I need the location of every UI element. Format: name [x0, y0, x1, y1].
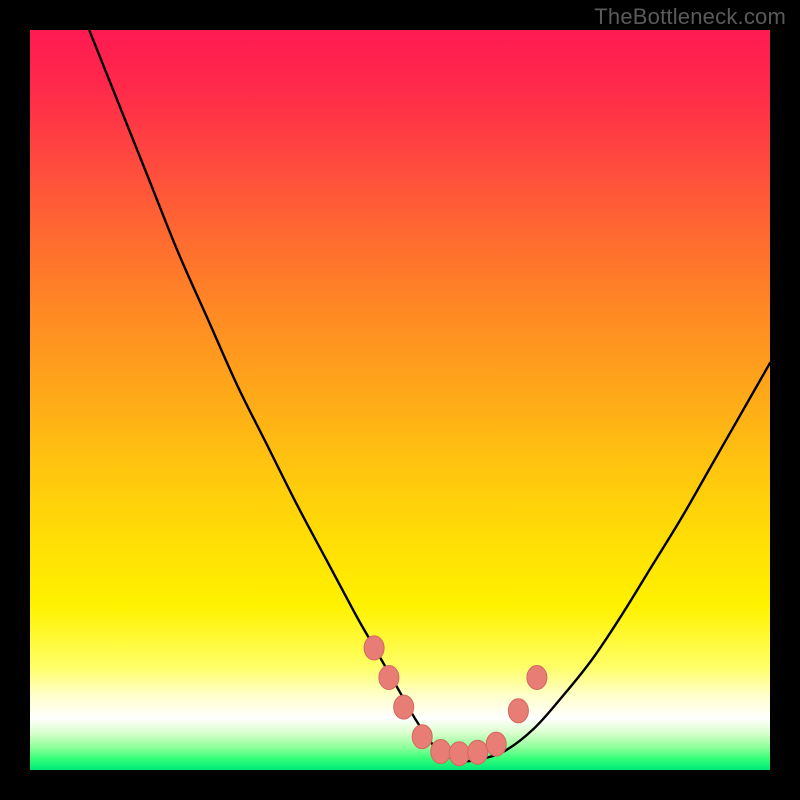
- curve-marker: [364, 636, 384, 660]
- watermark-text: TheBottleneck.com: [594, 4, 786, 30]
- curve-marker: [394, 695, 414, 719]
- bottleneck-curve: [89, 30, 770, 761]
- plot-area: [30, 30, 770, 770]
- curve-markers: [364, 636, 547, 766]
- curve-marker: [486, 732, 506, 756]
- chart-frame: TheBottleneck.com: [0, 0, 800, 800]
- curve-marker: [527, 666, 547, 690]
- curve-marker: [431, 740, 451, 764]
- curve-marker: [412, 725, 432, 749]
- curve-layer: [30, 30, 770, 770]
- curve-marker: [379, 666, 399, 690]
- curve-marker: [468, 740, 488, 764]
- curve-marker: [508, 699, 528, 723]
- curve-marker: [449, 742, 469, 766]
